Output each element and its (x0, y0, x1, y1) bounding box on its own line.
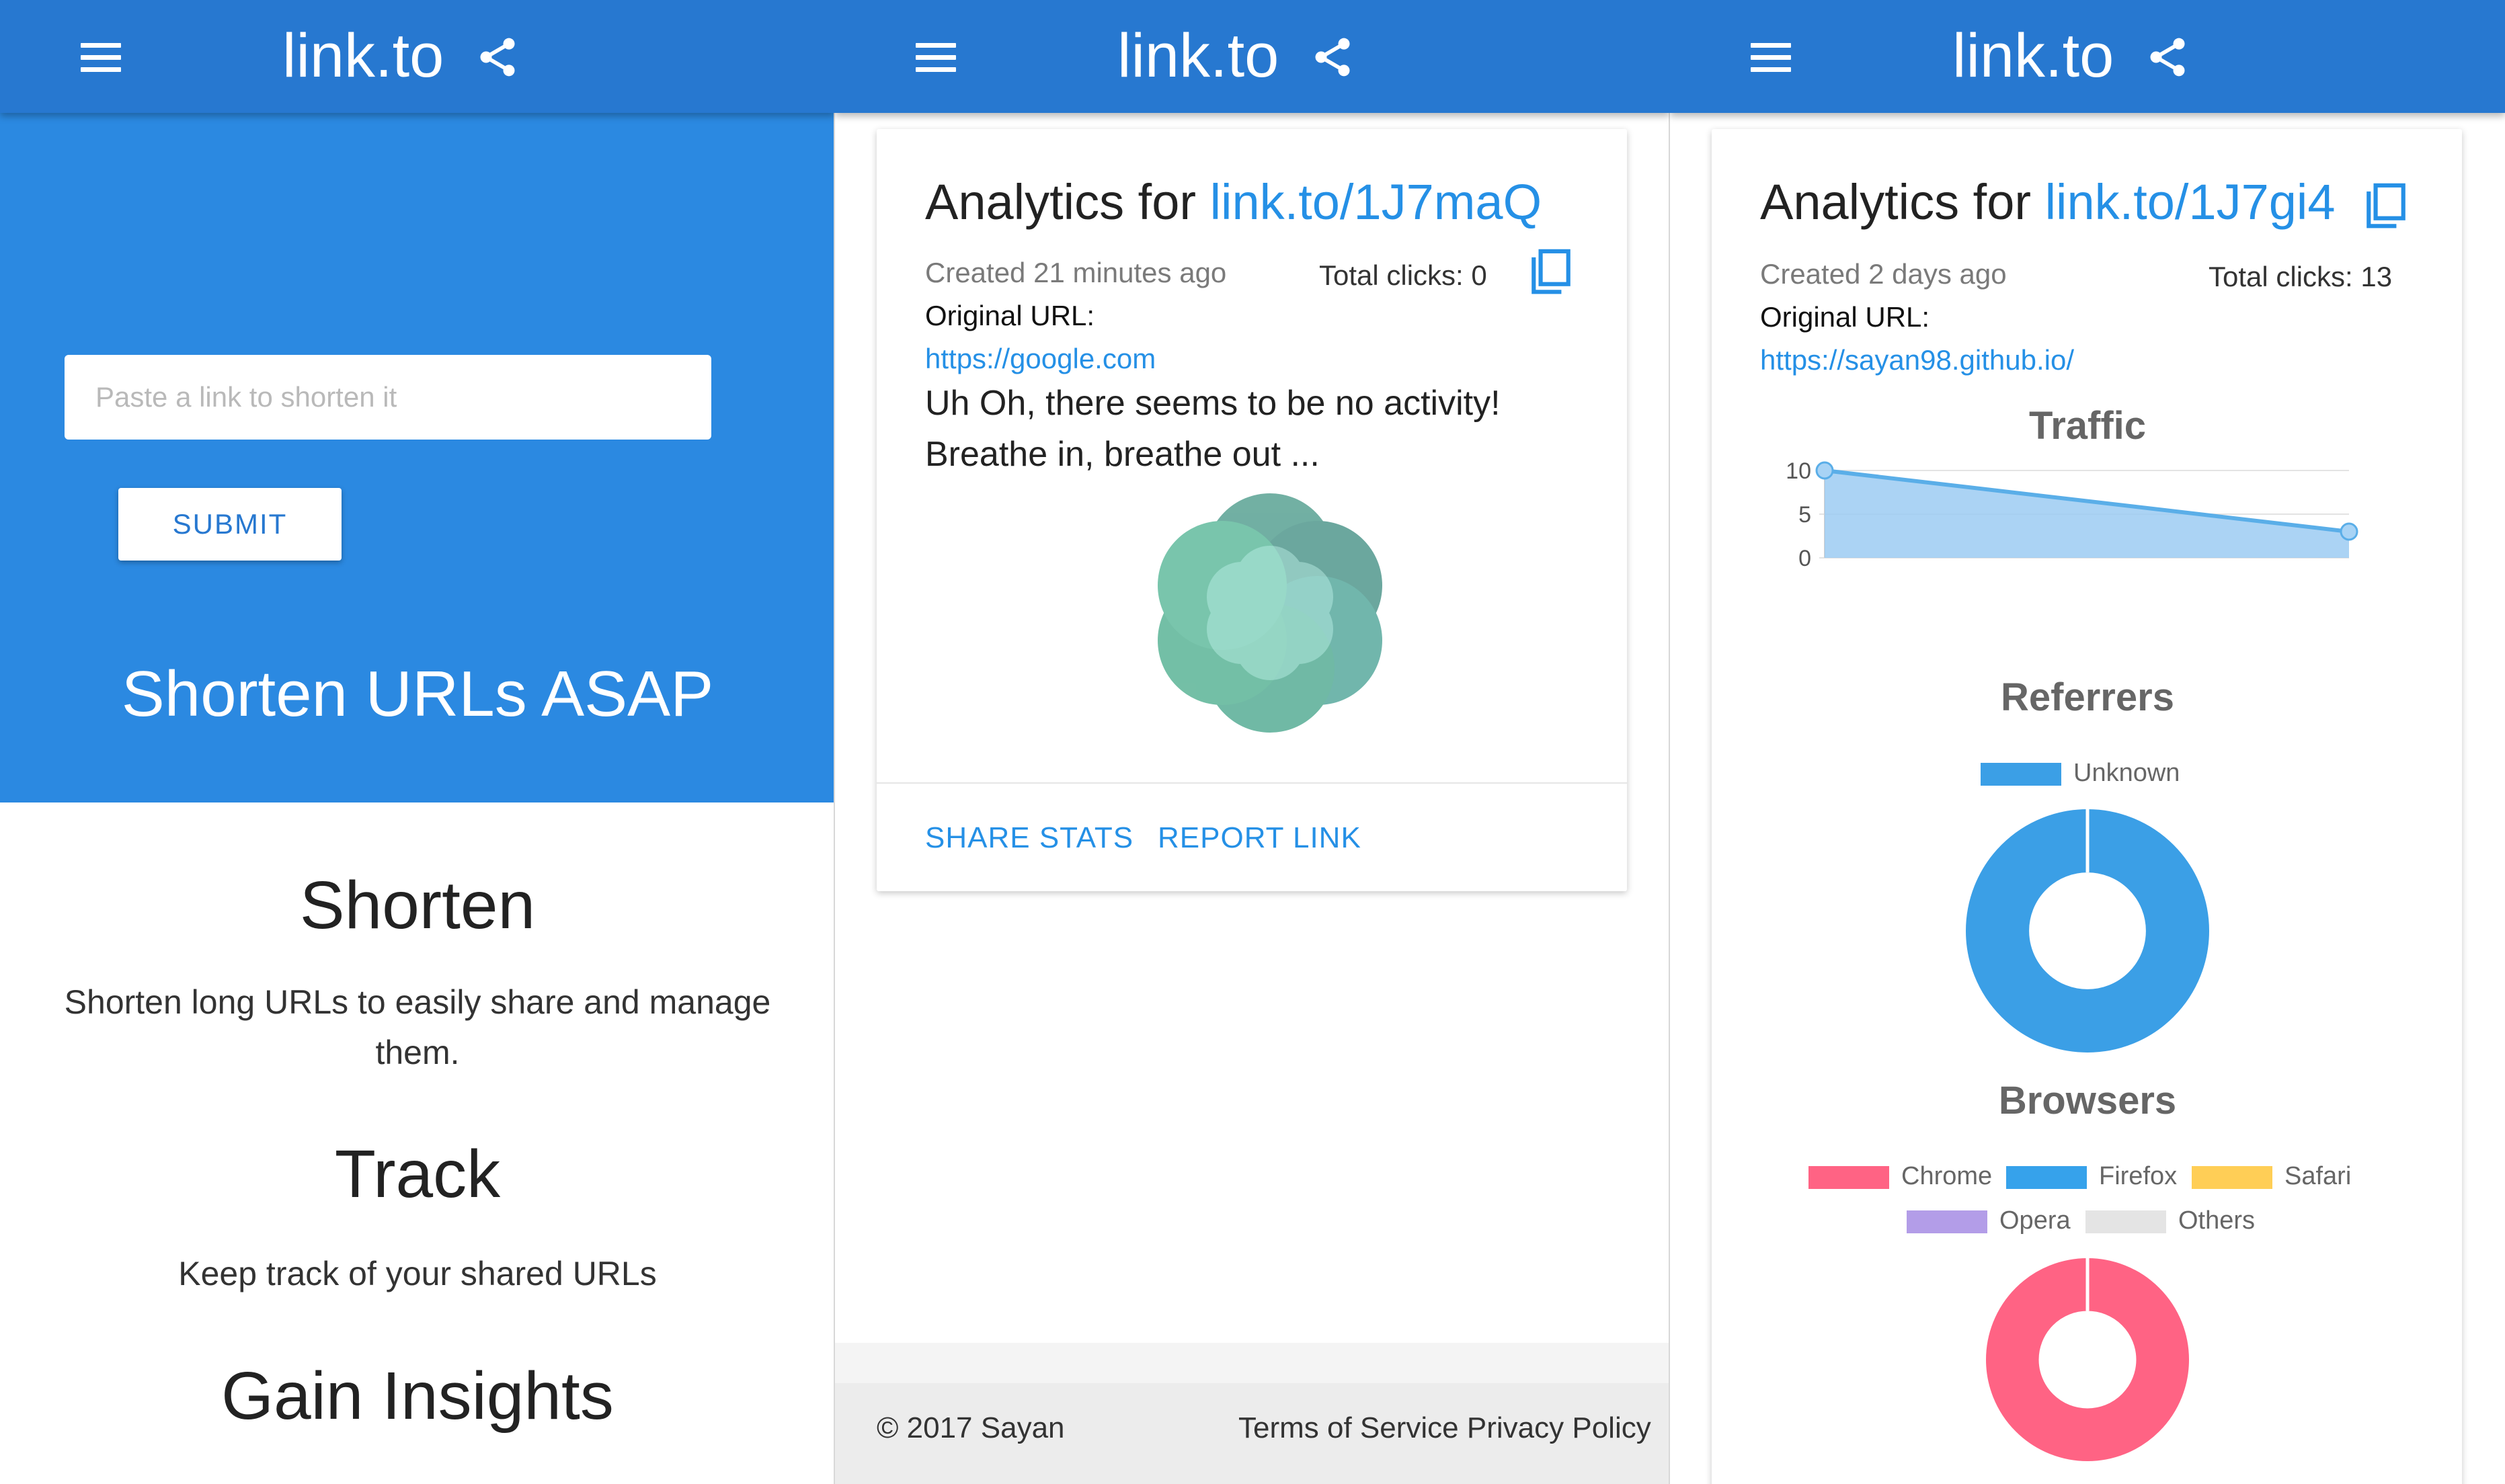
original-url-label: Original URL: (1760, 301, 1930, 333)
copy-icon[interactable] (1530, 249, 1572, 297)
legend-label[interactable]: Others (2178, 1206, 2255, 1235)
original-url-link[interactable]: https://sayan98.github.io/ (1760, 344, 2074, 376)
menu-icon[interactable] (81, 43, 122, 73)
traffic-point (2340, 522, 2358, 541)
created-time: Created 2 days ago (1760, 258, 2007, 290)
created-time: Created 21 minutes ago (925, 257, 1227, 288)
analytics-stats-screen: link.to Analytics for link.to/1J7gi4 Cre… (1670, 0, 2505, 1484)
short-link[interactable]: link.to/1J7gi4 (2045, 174, 2336, 230)
short-link[interactable]: link.to/1J7maQ (1210, 174, 1542, 230)
hero-subtitle: One-up your linking game. (212, 799, 623, 838)
breathing-flower-illustration (1158, 493, 1382, 733)
app-bar: link.to (0, 0, 835, 113)
share-icon[interactable] (1310, 34, 1355, 81)
home-screen: link.to SUBMIT Shorten URLs ASAP One-up … (0, 0, 835, 1484)
share-stats-button[interactable]: SHARE STATS (925, 821, 1134, 855)
hero-title: Shorten URLs ASAP (121, 658, 714, 730)
empty-activity-message: Uh Oh, there seems to be no activity! Br… (925, 384, 1501, 474)
browsers-chart (1986, 1258, 2189, 1461)
brand-title[interactable]: link.to (1117, 19, 1279, 93)
analytics-empty-screen: link.to Analytics for link.to/1J7maQ Cre… (835, 0, 1670, 1484)
footer-strip (835, 1343, 1670, 1383)
share-icon[interactable] (2145, 34, 2190, 81)
share-icon[interactable] (475, 34, 520, 81)
y-tick-label: 0 (1798, 546, 1811, 571)
legend-swatch[interactable] (1808, 1166, 1889, 1189)
brand-title[interactable]: link.to (1952, 19, 2114, 93)
analytics-title-prefix: Analytics for (1760, 174, 2032, 230)
legend-swatch[interactable] (2192, 1166, 2272, 1189)
browsers-chart-title: Browsers (1998, 1079, 2177, 1122)
y-tick-label: 5 (1798, 502, 1811, 528)
footer-links: Terms of Service Privacy Policy (1238, 1411, 1651, 1445)
referrers-chart (1965, 809, 2210, 1053)
feature-title: Gain Insights (221, 1358, 614, 1434)
referrers-chart-title: Referrers (2001, 675, 2174, 719)
feature-description: Shorten long URLs to easily share and ma… (64, 983, 771, 1071)
total-clicks: Total clicks: 0 (1319, 259, 1487, 291)
original-url-link[interactable]: https://google.com (925, 343, 1156, 375)
app-bar: link.to (1670, 0, 2505, 113)
hero-section: SUBMIT Shorten URLs ASAP One-up your lin… (0, 113, 835, 838)
legend-swatch[interactable] (2085, 1210, 2166, 1233)
analytics-title: Analytics for link.to/1J7maQ (925, 173, 1542, 231)
copy-icon[interactable] (2365, 183, 2407, 231)
y-tick-label: 10 (1786, 458, 1811, 484)
app-bar: link.to (835, 0, 1670, 113)
brand-title[interactable]: link.to (282, 19, 444, 93)
legend-label[interactable]: Safari (2284, 1162, 2351, 1191)
feature-title: Track (334, 1137, 501, 1212)
menu-icon[interactable] (916, 43, 957, 73)
analytics-title-prefix: Analytics for (925, 174, 1197, 230)
legend-swatch[interactable] (2006, 1166, 2087, 1189)
traffic-chart-title: Traffic (2028, 404, 2147, 448)
terms-link[interactable]: Terms of Service (1238, 1411, 1459, 1444)
original-url-label: Original URL: (925, 300, 1095, 331)
legend-label[interactable]: Opera (1999, 1206, 2071, 1235)
legend-label[interactable]: Chrome (1901, 1162, 1992, 1191)
card-divider (877, 782, 1627, 784)
analytics-card: Analytics for link.to/1J7maQ Created 21 … (877, 129, 1627, 891)
feature-description: Keep track of your shared URLs (178, 1255, 657, 1292)
traffic-chart: 10 5 0 (1786, 458, 2358, 571)
legend-label[interactable]: Firefox (2099, 1162, 2177, 1191)
legend-swatch[interactable] (1907, 1210, 1987, 1233)
feature-title: Shorten (299, 868, 536, 943)
link-input[interactable] (65, 355, 711, 440)
legend-label[interactable]: Unknown (2073, 759, 2180, 788)
analytics-title: Analytics for link.to/1J7gi4 (1760, 173, 2336, 231)
submit-button[interactable]: SUBMIT (118, 488, 342, 561)
report-link-button[interactable]: REPORT LINK (1158, 821, 1361, 855)
traffic-point (1815, 461, 1834, 480)
legend-swatch[interactable] (1981, 763, 2061, 786)
menu-icon[interactable] (1751, 43, 1792, 73)
privacy-link[interactable]: Privacy Policy (1467, 1411, 1651, 1444)
footer-copyright: © 2017 Sayan (877, 1411, 1065, 1444)
total-clicks: Total clicks: 13 (2209, 261, 2393, 292)
